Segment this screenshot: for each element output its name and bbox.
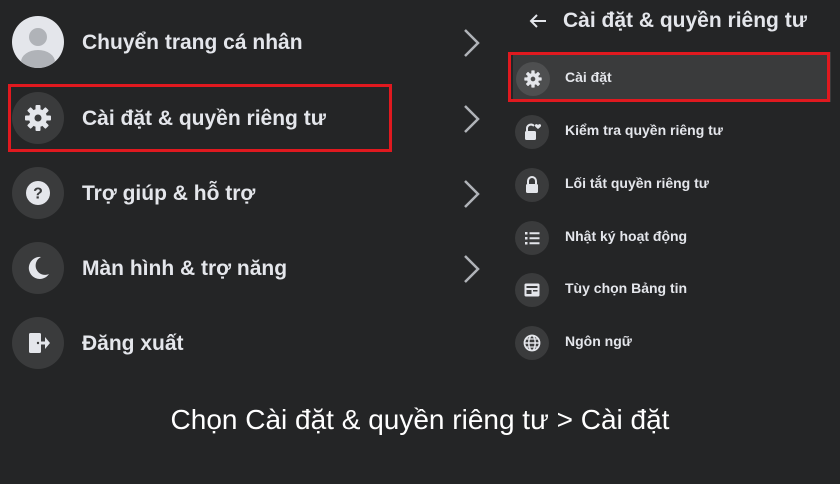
submenu-header: Cài đặt & quyền riêng tư [505, 0, 840, 46]
menu-item-settings-privacy[interactable]: Cài đặt & quyền riêng tư [0, 80, 505, 154]
submenu-item-label: Ngôn ngữ [565, 333, 632, 349]
caption-text: Chọn Cài đặt & quyền riêng tư > Cài đặt [170, 404, 670, 435]
lock-heart-icon [515, 115, 549, 149]
menu-item-label: Chuyển trang cá nhân [82, 31, 303, 54]
submenu-title: Cài đặt & quyền riêng tư [563, 9, 807, 32]
menu-item-logout[interactable]: Đăng xuất [0, 305, 505, 379]
globe-icon [515, 326, 549, 360]
submenu-item-label: Cài đặt [565, 69, 612, 85]
submenu-item-settings[interactable]: Cài đặt [513, 52, 831, 102]
menu-item-display-accessibility[interactable]: Màn hình & trợ năng [0, 230, 505, 304]
menu-item-label: Cài đặt & quyền riêng tư [82, 107, 326, 130]
gear-icon [516, 62, 550, 96]
menu-item-label: Trợ giúp & hỗ trợ [82, 182, 256, 205]
menu-item-label: Màn hình & trợ năng [82, 257, 288, 280]
avatar-icon [12, 16, 64, 68]
back-arrow-icon[interactable] [527, 10, 549, 32]
main-menu: Chuyển trang cá nhân Cài đặt & quyền riê… [0, 0, 505, 380]
submenu-item-label: Nhật ký hoạt động [565, 228, 688, 244]
menu-item-switch-profile[interactable]: Chuyển trang cá nhân [0, 4, 505, 78]
moon-icon [12, 242, 64, 294]
submenu-item-label: Lối tắt quyền riêng tư [565, 175, 709, 191]
gear-icon [12, 92, 64, 144]
submenu-item-privacy-shortcuts[interactable]: Lối tắt quyền riêng tư [505, 158, 840, 208]
settings-privacy-submenu: Cài đặt & quyền riêng tư Cài đặt Kiểm tr… [505, 0, 840, 380]
submenu-item-privacy-checkup[interactable]: Kiểm tra quyền riêng tư [505, 105, 840, 155]
chevron-right-icon [464, 255, 480, 283]
submenu-item-activity-log[interactable]: Nhật ký hoạt động [505, 211, 840, 261]
submenu-item-feed-preferences[interactable]: Tùy chọn Bảng tin [505, 263, 840, 313]
svg-text:?: ? [33, 186, 43, 203]
chevron-right-icon [464, 29, 480, 57]
lock-icon [515, 168, 549, 202]
menu-item-label: Đăng xuất [82, 332, 184, 355]
menu-item-help-support[interactable]: ? Trợ giúp & hỗ trợ [0, 155, 505, 229]
chevron-right-icon [464, 105, 480, 133]
chevron-right-icon [464, 180, 480, 208]
question-icon: ? [12, 167, 64, 219]
logout-icon [12, 317, 64, 369]
feed-icon [515, 273, 549, 307]
submenu-item-label: Tùy chọn Bảng tin [565, 280, 688, 296]
submenu-item-label: Kiểm tra quyền riêng tư [565, 122, 723, 138]
submenu-item-language[interactable]: Ngôn ngữ [505, 316, 840, 366]
list-icon [515, 221, 549, 255]
